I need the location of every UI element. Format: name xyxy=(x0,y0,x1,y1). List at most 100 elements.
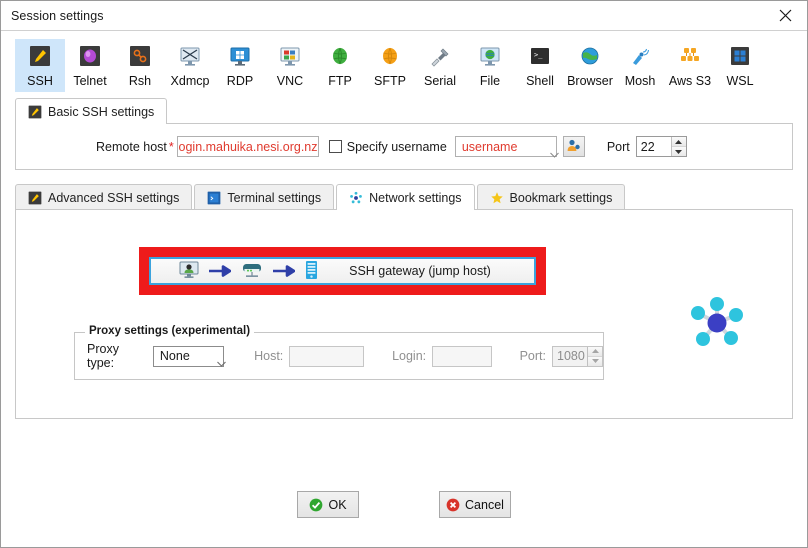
cancel-label: Cancel xyxy=(465,497,504,512)
tab-bookmark-settings[interactable]: Bookmark settings xyxy=(476,184,626,210)
proxy-login-label: Login: xyxy=(392,349,427,363)
remote-host-value: login.mahuika.nesi.org.nz xyxy=(176,139,318,154)
ssh-icon xyxy=(29,45,51,67)
basic-tabstrip: Basic SSH settings xyxy=(15,98,793,124)
session-type-serial[interactable]: Serial xyxy=(415,39,465,92)
user-icon xyxy=(566,138,581,156)
proxy-port-spinner[interactable]: 1080 xyxy=(552,345,603,367)
sftp-icon xyxy=(379,45,401,67)
xdmcp-icon xyxy=(179,45,201,67)
client-computer-icon xyxy=(179,261,199,282)
gateway-router-icon xyxy=(241,261,263,282)
session-type-file[interactable]: File xyxy=(465,39,515,92)
session-type-wsl[interactable]: WSL xyxy=(715,39,765,92)
username-combo[interactable]: username xyxy=(454,136,559,158)
session-type-aws-s3[interactable]: Aws S3 xyxy=(665,39,715,92)
spinner-up-icon[interactable] xyxy=(588,346,602,357)
network-settings-panel: SSH gateway (jump host) Proxy settings (… xyxy=(15,209,793,419)
session-type-label: Shell xyxy=(526,74,554,88)
proxy-type-value: None xyxy=(159,349,190,363)
session-type-toolbar: SSH Telnet Rsh Xdmcp RDP VNC FTP SFTP Se… xyxy=(1,31,807,96)
required-marker: * xyxy=(168,139,174,154)
ok-label: OK xyxy=(328,497,347,512)
tab-label: Bookmark settings xyxy=(509,190,613,205)
rsh-icon xyxy=(129,45,151,67)
rdp-icon xyxy=(229,45,251,67)
session-type-browser[interactable]: Browser xyxy=(565,39,615,92)
proxy-login-input[interactable] xyxy=(432,345,492,367)
user-settings-button[interactable] xyxy=(562,136,585,157)
terminal-icon xyxy=(207,191,221,205)
dialog-footer: OK Cancel xyxy=(1,491,807,518)
file-icon xyxy=(479,45,501,67)
close-icon xyxy=(779,9,792,22)
spinner-down-icon[interactable] xyxy=(671,147,686,156)
title-bar: Session settings xyxy=(1,1,807,31)
arrow-right-icon xyxy=(209,264,232,278)
tab-network-settings[interactable]: Network settings xyxy=(336,184,475,210)
session-type-label: Telnet xyxy=(73,74,107,88)
proxy-port-spinner-arrows[interactable] xyxy=(587,346,602,366)
tab-label: Network settings xyxy=(369,190,462,205)
arrow-right-icon xyxy=(273,264,296,278)
tab-basic-ssh-settings[interactable]: Basic SSH settings xyxy=(15,98,168,124)
specify-username-checkbox[interactable] xyxy=(328,140,342,153)
proxy-port-label: Port: xyxy=(519,349,546,363)
tab-label: Terminal settings xyxy=(227,190,322,205)
session-type-label: Xdmcp xyxy=(170,74,210,88)
session-type-shell[interactable]: >_ Shell xyxy=(515,39,565,92)
tab-advanced-ssh-settings[interactable]: Advanced SSH settings xyxy=(15,184,193,210)
remote-host-input[interactable]: login.mahuika.nesi.org.nz xyxy=(176,136,319,157)
shell-icon: >_ xyxy=(529,45,551,67)
ok-button[interactable]: OK xyxy=(297,491,359,518)
proxy-port-value: 1080 xyxy=(557,349,585,363)
port-spinner[interactable]: 22 xyxy=(635,136,687,157)
session-type-ssh[interactable]: SSH xyxy=(15,39,65,92)
proxy-host-input[interactable] xyxy=(289,345,365,367)
window-title: Session settings xyxy=(11,8,104,23)
session-type-label: Aws S3 xyxy=(668,74,712,88)
network-icon xyxy=(349,191,363,205)
specify-username-label: Specify username xyxy=(346,139,447,154)
spinner-down-icon[interactable] xyxy=(588,356,602,366)
session-type-rdp[interactable]: RDP xyxy=(215,39,265,92)
session-type-xdmcp[interactable]: Xdmcp xyxy=(165,39,215,92)
username-value: username xyxy=(461,139,518,154)
vnc-icon xyxy=(279,45,301,67)
session-type-telnet[interactable]: Telnet xyxy=(65,39,115,92)
check-circle-icon xyxy=(309,498,323,512)
session-type-label: Serial xyxy=(424,74,456,88)
session-type-rsh[interactable]: Rsh xyxy=(115,39,165,92)
port-value: 22 xyxy=(640,139,655,154)
star-icon xyxy=(490,191,504,205)
session-type-label: SSH xyxy=(27,74,53,88)
ssh-icon xyxy=(28,105,42,119)
session-type-label: WSL xyxy=(726,74,754,88)
ssh-gateway-highlight: SSH gateway (jump host) xyxy=(139,247,546,295)
mosh-icon xyxy=(629,45,651,67)
session-type-vnc[interactable]: VNC xyxy=(265,39,315,92)
remote-host-label: Remote host xyxy=(96,139,167,154)
aws-s3-icon xyxy=(679,45,701,67)
session-type-mosh[interactable]: Mosh xyxy=(615,39,665,92)
tab-label: Basic SSH settings xyxy=(48,104,155,119)
svg-text:>_: >_ xyxy=(534,51,543,59)
session-type-ftp[interactable]: FTP xyxy=(315,39,365,92)
ssh-gateway-button[interactable]: SSH gateway (jump host) xyxy=(149,257,536,285)
ssh-gateway-label: SSH gateway (jump host) xyxy=(349,264,491,278)
proxy-type-combo[interactable]: None xyxy=(152,345,226,367)
basic-settings-panel: Remote host * login.mahuika.nesi.org.nz … xyxy=(15,123,793,170)
port-spinner-arrows[interactable] xyxy=(670,137,686,156)
session-type-label: Rsh xyxy=(128,74,152,88)
session-type-label: SFTP xyxy=(374,74,406,88)
server-icon xyxy=(305,260,318,283)
session-type-label: File xyxy=(479,74,501,88)
telnet-icon xyxy=(79,45,101,67)
session-type-label: Mosh xyxy=(624,74,656,88)
session-type-label: Browser xyxy=(567,74,613,88)
tab-terminal-settings[interactable]: Terminal settings xyxy=(194,184,335,210)
session-type-sftp[interactable]: SFTP xyxy=(365,39,415,92)
cancel-button[interactable]: Cancel xyxy=(439,491,511,518)
spinner-up-icon[interactable] xyxy=(671,137,686,147)
close-button[interactable] xyxy=(763,1,807,30)
